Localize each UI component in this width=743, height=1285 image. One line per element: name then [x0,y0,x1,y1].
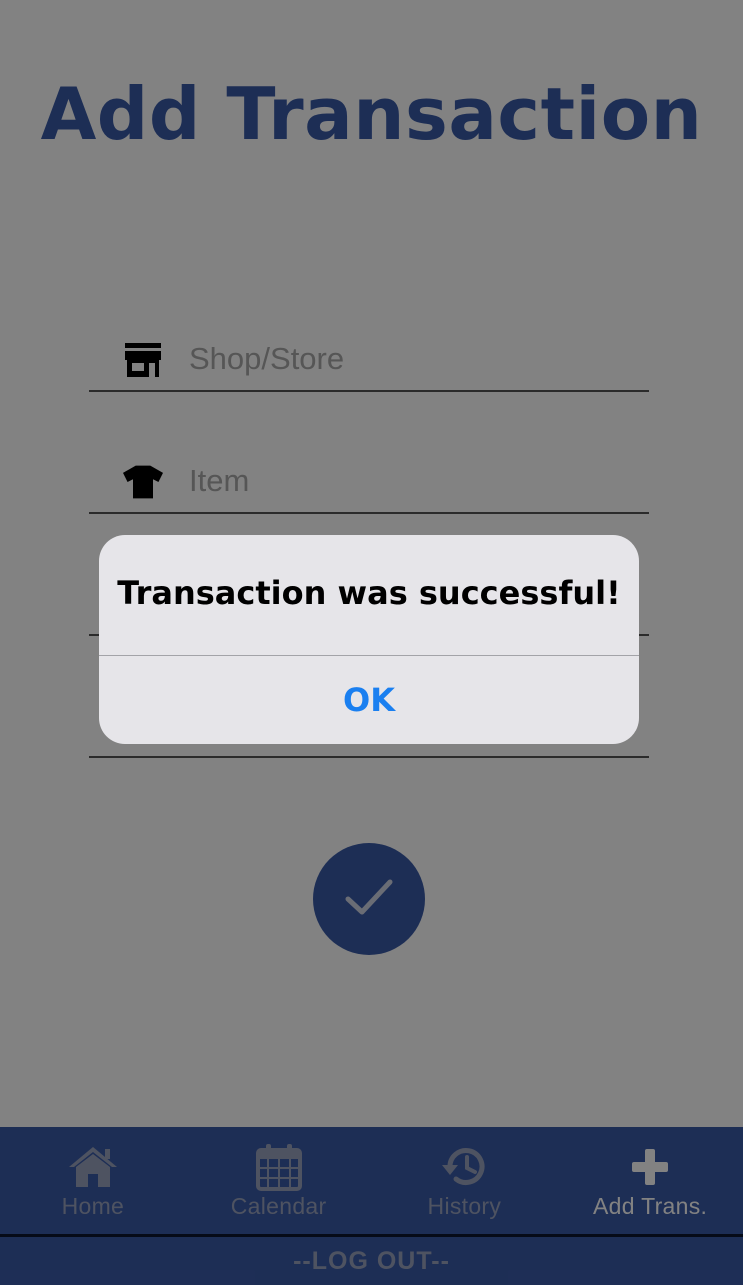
success-alert: Transaction was successful! OK [99,535,639,744]
alert-ok-button[interactable]: OK [99,656,639,744]
alert-message: Transaction was successful! [117,574,621,612]
